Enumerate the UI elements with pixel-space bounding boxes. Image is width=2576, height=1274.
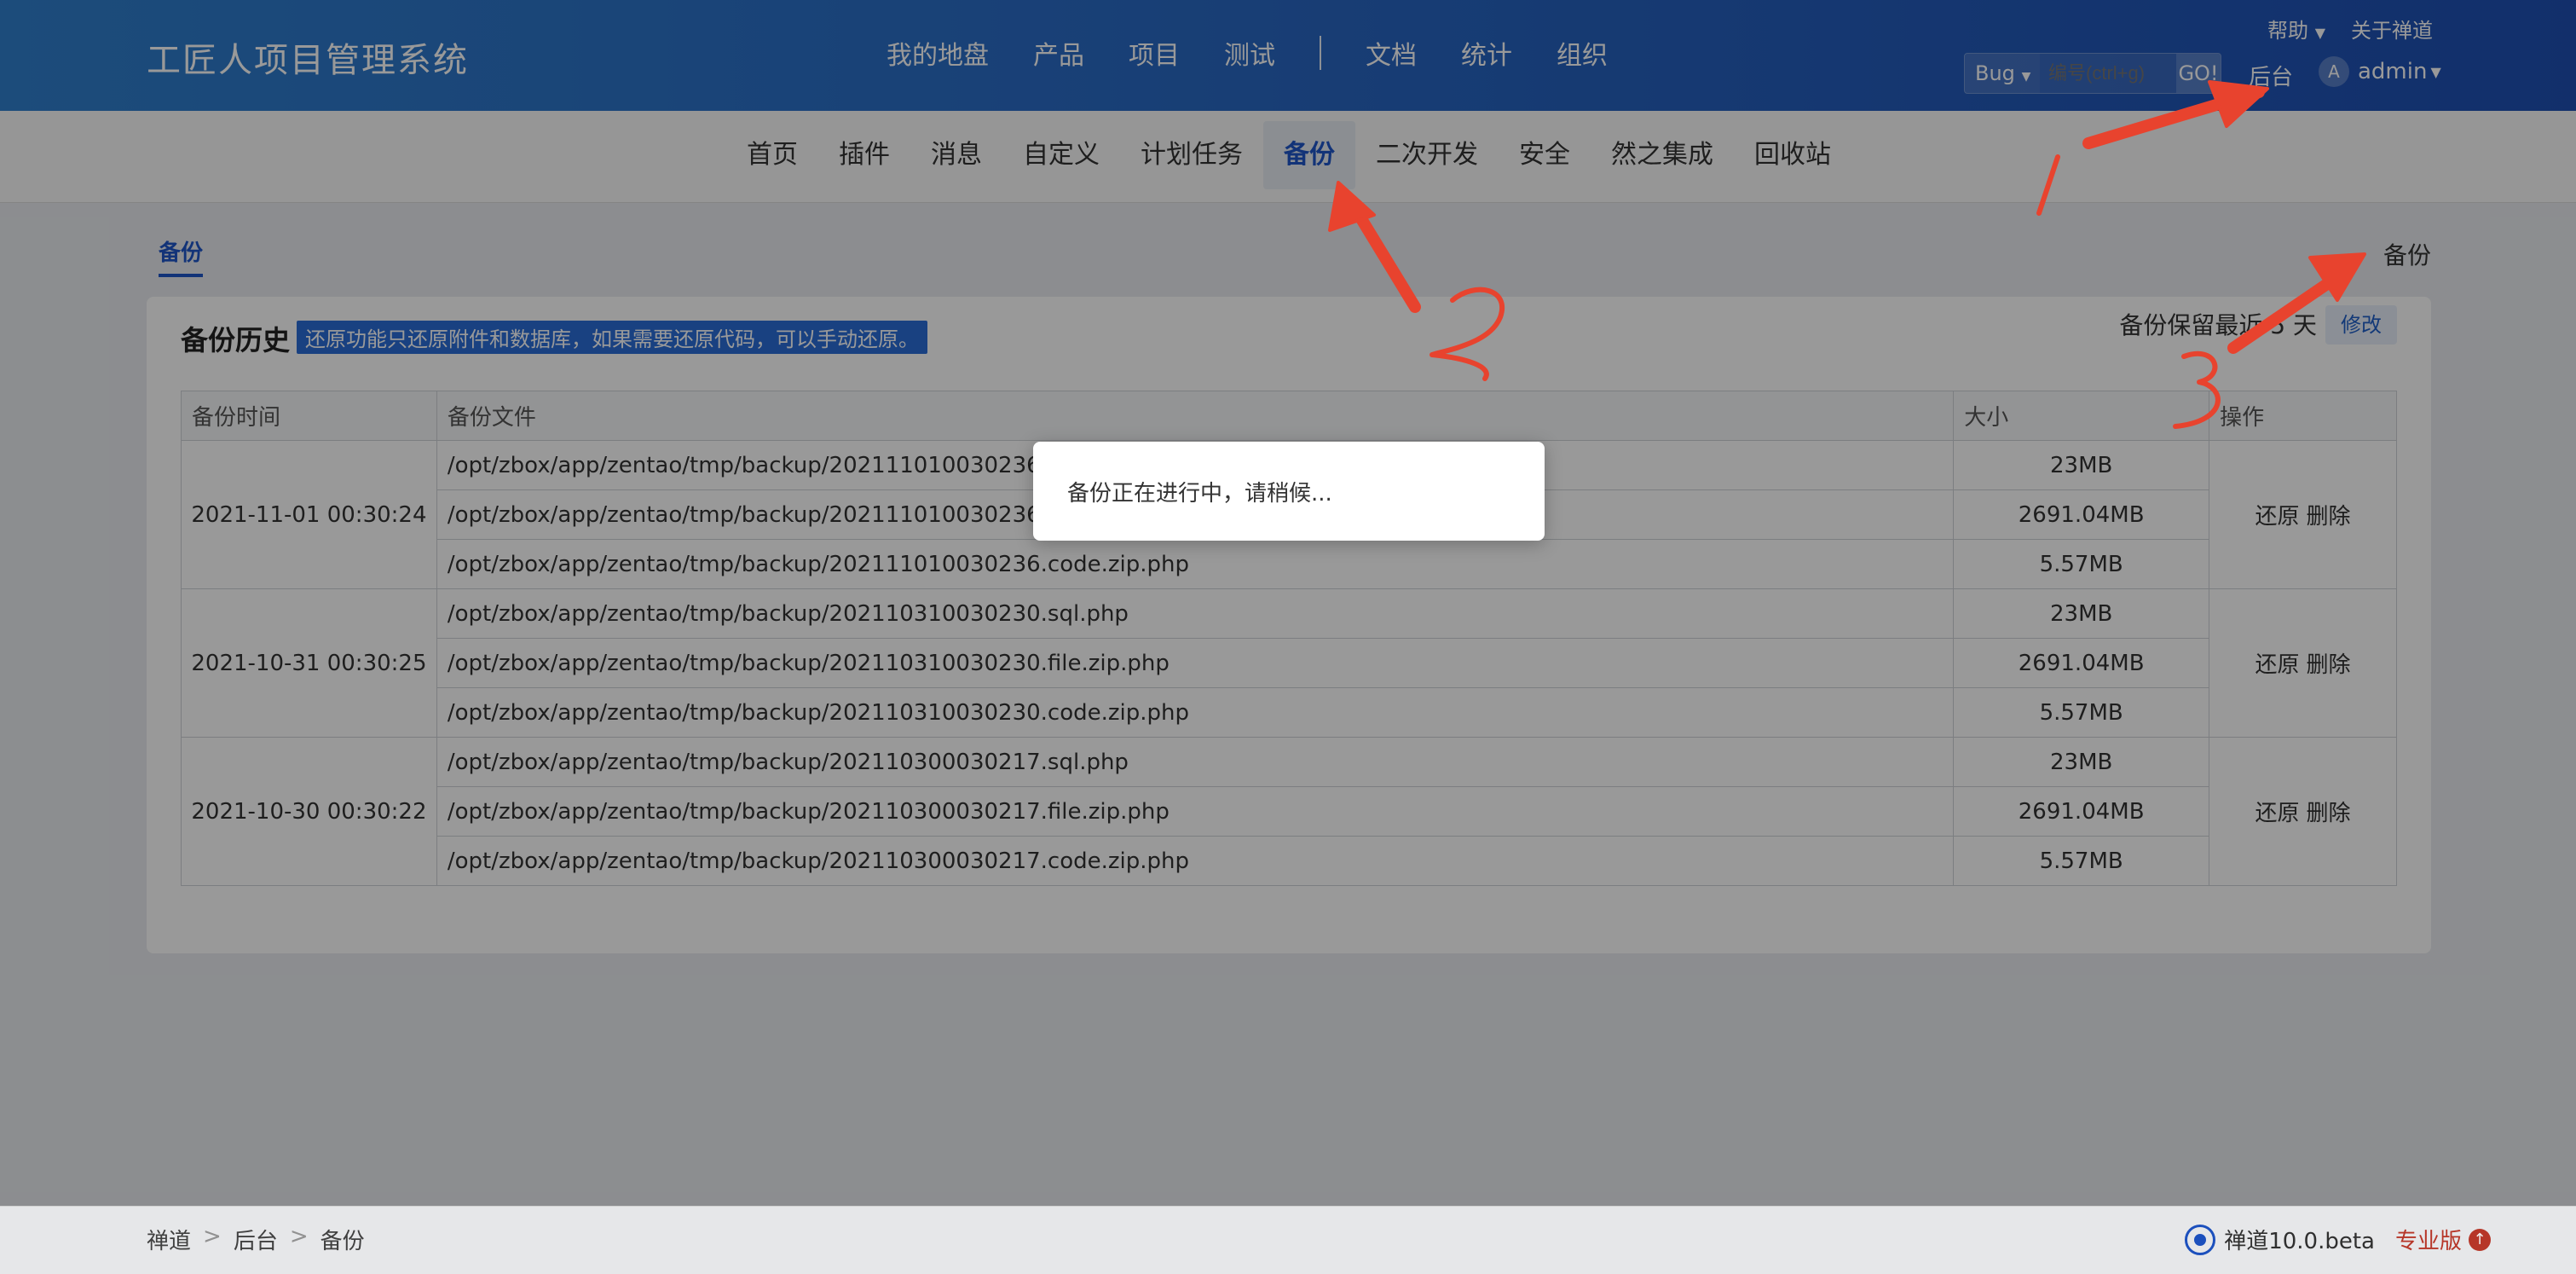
modal-backdrop-footer (0, 1206, 2576, 1274)
dialog-message: 备份正在进行中，请稍候... (1067, 481, 1332, 507)
modal-backdrop (0, 0, 2576, 1206)
backup-progress-dialog: 备份正在进行中，请稍候... (1033, 442, 1545, 541)
